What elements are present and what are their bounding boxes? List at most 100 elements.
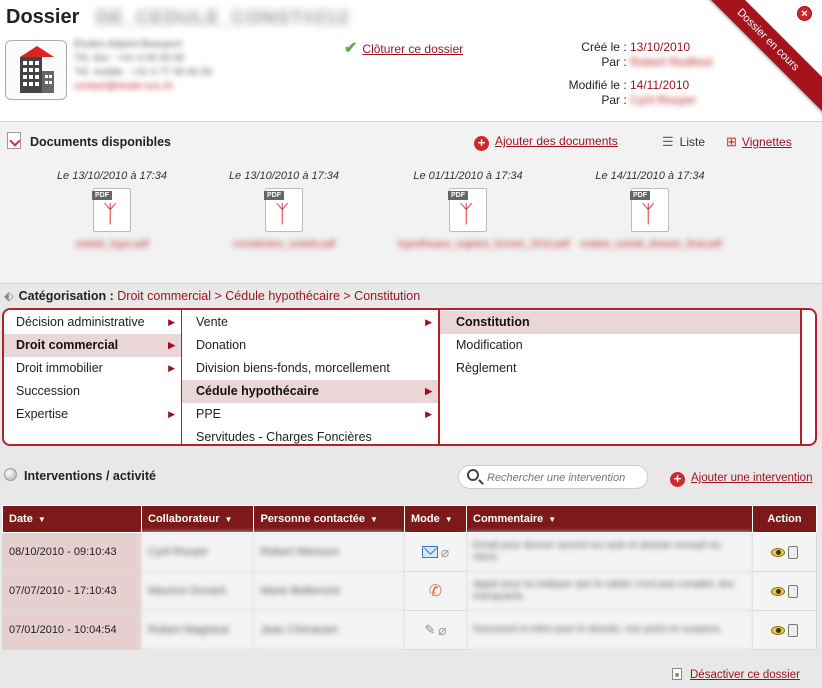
building-icon [5, 40, 67, 100]
column-header-action: Action [752, 505, 817, 533]
column-header-personne[interactable]: Personne contactée ▼ [253, 505, 405, 533]
category-item[interactable]: Expertise ▶ [4, 403, 181, 426]
table-row[interactable]: 07/07/2010 - 17:10:43 Maurice Dunant Mar… [2, 571, 817, 611]
dossier-header: Dossier DE_CEDULE_CONST#212 Études Adjoi… [0, 0, 822, 122]
documents-section: Documents disponibles + Ajouter des docum… [0, 122, 822, 284]
close-icon[interactable]: × [797, 6, 812, 21]
column-header-commentaire[interactable]: Commentaire ▼ [466, 505, 753, 533]
row-mode: ✎ ⌀ [404, 610, 467, 650]
subcategory-item[interactable]: Donation [182, 334, 438, 357]
deactivate-dossier-button[interactable]: Désactiver ce dossier [672, 668, 800, 681]
row-mode: ✆ [404, 571, 467, 611]
chevron-right-icon: ▶ [168, 363, 175, 373]
modified-by-label: Par : [601, 93, 627, 107]
category-column-2: Vente ▶ Donation Division biens-fonds, mo… [182, 310, 440, 444]
close-dossier-label[interactable]: Clôturer ce dossier [362, 42, 463, 56]
trash-icon[interactable] [788, 545, 798, 559]
deactivate-dossier-label[interactable]: Désactiver ce dossier [690, 669, 800, 681]
chevron-right-icon: ▶ [168, 317, 175, 327]
contact-email-link[interactable]: contact@etude-xxx.ch [74, 80, 212, 94]
table-row[interactable]: 08/10/2010 - 09:10:43 Cyril Rouyer Rober… [2, 532, 817, 572]
view-grid-button[interactable]: ⊞ Vignettes [726, 134, 792, 150]
category-column-3: Constitution Modification Règlement [440, 310, 802, 444]
add-documents-label[interactable]: Ajouter des documents [495, 134, 618, 148]
row-actions [752, 610, 817, 650]
document-item[interactable]: Le 13/10/2010 à 17:34 PDF ᛉ constitution_… [214, 170, 354, 251]
row-date: 08/10/2010 - 09:10:43 [2, 532, 142, 572]
view-list-button[interactable]: ☰ Liste [662, 134, 705, 150]
document-item[interactable]: Le 01/11/2010 à 17:34 PDF ᛉ hypotheque_re… [398, 170, 569, 251]
row-collaborateur: Robert Magistral [140, 610, 255, 650]
add-intervention-label[interactable]: Ajouter une intervention [691, 472, 812, 484]
view-icon[interactable] [771, 625, 785, 635]
leaf-category-item[interactable]: Modification [440, 334, 800, 357]
view-icon[interactable] [771, 586, 785, 596]
category-item[interactable]: Droit immobilier ▶ [4, 357, 181, 380]
category-item[interactable]: Succession [4, 380, 181, 403]
view-icon[interactable] [771, 547, 785, 557]
document-name-link[interactable]: cedule_hypo.pdf [42, 238, 182, 251]
row-actions [752, 532, 817, 572]
category-column-1: Décision administrative ▶ Droit commercia… [4, 310, 182, 444]
dossier-dates: Créé le : 13/10/2010 Par : Robert Redfor… [540, 40, 713, 108]
pdf-icon[interactable]: PDF ᛉ [264, 188, 303, 232]
leaf-category-item-selected[interactable]: Constitution [440, 311, 800, 334]
created-by: Robert Redford [630, 55, 713, 69]
activity-icon [4, 468, 17, 481]
sort-down-icon: ▼ [224, 515, 233, 524]
modified-by: Cyril Rouyer [630, 93, 697, 107]
categorisation-label: Catégorisation : [18, 289, 114, 303]
subcategory-item-selected[interactable]: Cédule hypothécaire ▶ [182, 380, 438, 403]
pdf-icon[interactable]: PDF ᛉ [448, 188, 487, 232]
column-header-mode[interactable]: Mode ▼ [404, 505, 467, 533]
pencil-icon: ✎ [424, 622, 436, 637]
subcategory-item[interactable]: PPE ▶ [182, 403, 438, 426]
document-date: Le 14/11/2010 à 17:34 [595, 170, 705, 182]
contact-line: Tél. fixe : +41 0 00 00 00 [74, 53, 185, 64]
row-comment: Document à relire pour le dossier, voir … [466, 610, 753, 650]
add-documents-button[interactable]: + Ajouter des documents [474, 134, 618, 151]
row-contact: Jean Chimaram [253, 610, 405, 650]
view-grid-label[interactable]: Vignettes [742, 135, 792, 149]
column-header-collaborateur[interactable]: Collaborateur ▼ [140, 505, 255, 533]
document-date: Le 13/10/2010 à 17:34 [228, 170, 340, 182]
pdf-icon[interactable]: PDF ᛉ [92, 188, 131, 232]
sort-down-icon: ▼ [548, 515, 557, 524]
subcategory-item[interactable]: Division biens-fonds, morcellement [182, 357, 438, 380]
chevron-right-icon: ▶ [425, 409, 432, 419]
trash-icon[interactable] [788, 584, 798, 598]
category-item-selected[interactable]: Droit commercial ▶ [4, 334, 181, 357]
plus-icon: + [474, 136, 489, 151]
categorisation-header: ⬖ Catégorisation : Droit commercial > Céd… [4, 288, 420, 303]
document-item[interactable]: Le 13/10/2010 à 17:34 PDF ᛉ cedule_hypo.p… [42, 170, 182, 251]
column-header-date[interactable]: Date ▼ [2, 505, 142, 533]
pdf-icon[interactable]: PDF ᛉ [630, 188, 669, 232]
row-contact: Marie Bellemont [253, 571, 405, 611]
row-contact: Robert Ménouni [253, 532, 405, 572]
row-collaborateur: Cyril Rouyer [140, 532, 255, 572]
dossier-reference: DE_CEDULE_CONST#212 [96, 8, 350, 29]
intervention-search[interactable] [458, 465, 648, 489]
leaf-category-item[interactable]: Règlement [440, 357, 800, 380]
trash-icon[interactable] [788, 623, 798, 637]
row-date: 07/07/2010 - 17:10:43 [2, 571, 142, 611]
category-item[interactable]: Décision administrative ▶ [4, 311, 181, 334]
add-intervention-button[interactable]: + Ajouter une intervention [670, 472, 812, 487]
document-name-link[interactable]: constitution_cedule.pdf [214, 238, 354, 251]
intervention-search-input[interactable] [487, 469, 642, 486]
interventions-title: Interventions / activité [24, 469, 156, 483]
chevron-right-icon: ▶ [425, 317, 432, 327]
table-row[interactable]: 07/01/2010 - 10:04:54 Robert Magistral J… [2, 610, 817, 650]
modified-label: Modifié le : [568, 78, 627, 92]
attachment-icon[interactable]: ⌀ [441, 544, 449, 561]
close-dossier-link[interactable]: ✔ Clôturer ce dossier [344, 38, 463, 58]
document-item[interactable]: Le 14/11/2010 à 17:34 PDF ᛉ notaire_extra… [580, 170, 722, 251]
document-name-link[interactable]: notaire_extrait_dossier_final.pdf [580, 238, 722, 251]
subcategory-item[interactable]: Servitudes - Charges Foncières [182, 426, 438, 444]
subcategory-item[interactable]: Vente ▶ [182, 311, 438, 334]
attachment-icon[interactable]: ⌀ [438, 622, 446, 639]
document-date: Le 13/10/2010 à 17:34 [56, 170, 168, 182]
view-list-label[interactable]: Liste [680, 135, 705, 149]
sort-down-icon: ▼ [369, 515, 378, 524]
document-name-link[interactable]: hypotheque_registre_foncier_2010.pdf [398, 238, 569, 251]
